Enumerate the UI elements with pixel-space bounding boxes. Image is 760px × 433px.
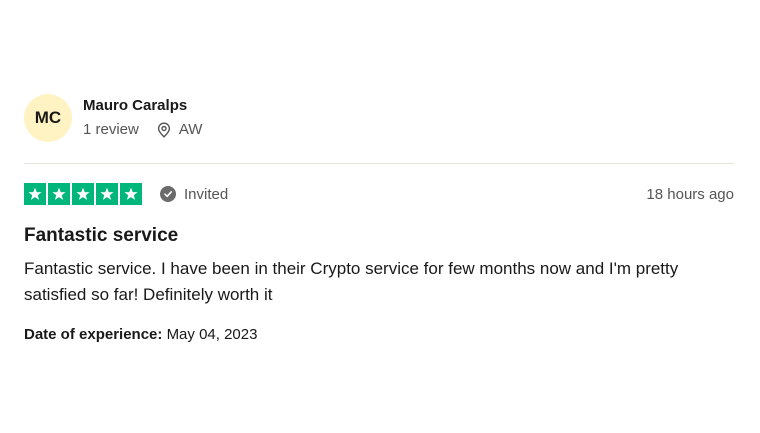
location-pin-icon xyxy=(157,122,170,138)
review-card: MC Mauro Caralps 1 review AW Invited 18 … xyxy=(24,88,734,343)
reviewer-name[interactable]: Mauro Caralps xyxy=(83,97,202,115)
reviewer-header: MC Mauro Caralps 1 review AW xyxy=(24,88,734,148)
reviewer-location: AW xyxy=(157,121,203,139)
location-label: AW xyxy=(178,121,203,138)
rating-row: Invited 18 hours ago xyxy=(24,182,734,206)
review-count: 1 review xyxy=(83,121,139,138)
check-circle-icon xyxy=(160,186,176,202)
date-of-experience: Date of experience: May 04, 2023 xyxy=(24,326,734,343)
review-body: Fantastic service. I have been in their … xyxy=(24,259,679,304)
star-icon xyxy=(24,183,46,205)
experience-label: Date of experience: xyxy=(24,326,163,343)
review-title[interactable]: Fantastic service xyxy=(24,224,734,248)
experience-date: May 04, 2023 xyxy=(166,326,258,343)
divider xyxy=(24,163,734,164)
reviewer-meta: 1 review AW xyxy=(83,121,202,139)
star-icon xyxy=(96,183,118,205)
star-rating xyxy=(24,183,142,205)
invited-badge[interactable]: Invited xyxy=(160,186,228,203)
star-icon xyxy=(120,183,142,205)
avatar[interactable]: MC xyxy=(24,94,72,142)
star-icon xyxy=(48,183,70,205)
reviewer-info: Mauro Caralps 1 review AW xyxy=(83,97,202,139)
star-icon xyxy=(72,183,94,205)
rating-left: Invited xyxy=(24,183,228,205)
review-timestamp: 18 hours ago xyxy=(646,185,734,203)
invited-label: Invited xyxy=(184,185,229,203)
avatar-initials: MC xyxy=(34,108,62,127)
